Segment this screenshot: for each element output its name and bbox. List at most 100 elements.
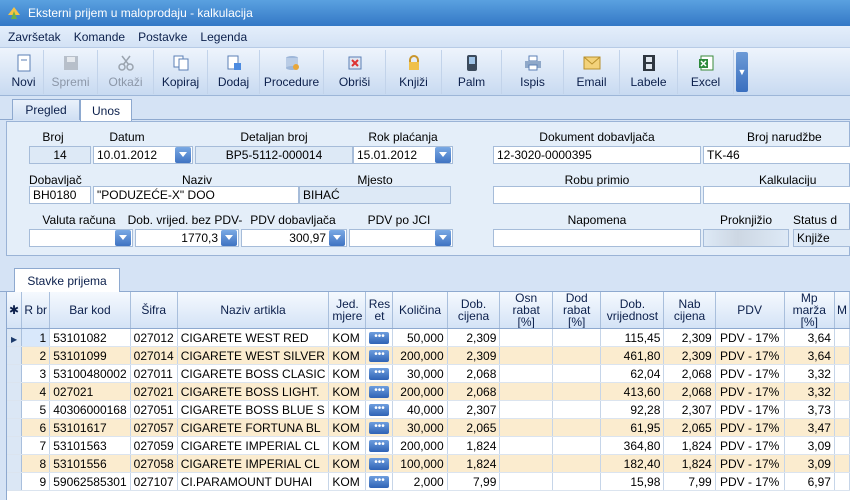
col-header-bar-kod[interactable]: Bar kod: [49, 292, 131, 329]
cell-rbr[interactable]: 5: [21, 400, 51, 419]
col-header-mp-marza[interactable]: Mp marža [%]: [784, 292, 835, 329]
cell-kolicina[interactable]: 2,000: [392, 472, 448, 491]
cell-m[interactable]: [834, 382, 850, 401]
table-row[interactable]: 7 53101563 027059 CIGARETE IMPERIAL CL KOM ••…: [7, 436, 850, 455]
cell-nab-cijena[interactable]: 7,99: [663, 472, 716, 491]
col-header-rbr[interactable]: R br: [21, 292, 51, 329]
cell-jed-mjere[interactable]: KOM: [328, 454, 367, 473]
cell-nab-cijena[interactable]: 1,824: [663, 436, 716, 455]
kalkulaciju-odradio-field[interactable]: [703, 186, 850, 204]
cell-bar-kod[interactable]: 53101563: [49, 436, 131, 455]
cell-sifra[interactable]: 027057: [130, 418, 178, 437]
cell-osn-rabat[interactable]: [499, 454, 553, 473]
table-row[interactable]: 5 40306000168 027051 CIGARETE BOSS BLUE S KO…: [7, 400, 850, 419]
cell-dob-cijena[interactable]: 2,068: [447, 382, 501, 401]
cell-rbr[interactable]: 4: [21, 382, 51, 401]
dobavljac-field[interactable]: BH0180: [29, 186, 91, 204]
spremi-button[interactable]: Spremi: [44, 50, 98, 94]
cell-kolicina[interactable]: 100,000: [392, 454, 448, 473]
cell-pdv[interactable]: PDV - 17%: [715, 454, 785, 473]
palm-button[interactable]: Palm: [442, 50, 502, 94]
menu-zavrsetak[interactable]: Završetak: [8, 30, 61, 44]
cell-kolicina[interactable]: 30,000: [392, 364, 448, 383]
menu-komande[interactable]: Komande: [74, 30, 125, 44]
cell-dod-rabat[interactable]: [552, 418, 602, 437]
cell-mp-marza[interactable]: 3,32: [784, 364, 835, 383]
cell-sifra[interactable]: 027021: [130, 382, 178, 401]
cell-nab-cijena[interactable]: 2,068: [663, 382, 716, 401]
row-indicator[interactable]: ▶: [7, 328, 23, 347]
cell-reset[interactable]: •••: [365, 400, 394, 419]
cell-bar-kod[interactable]: 53101082: [49, 328, 131, 347]
naziv-field[interactable]: "PODUZEĆE-X" DOO: [93, 186, 299, 204]
napomena-field[interactable]: [493, 229, 701, 247]
cell-bar-kod[interactable]: 53101617: [49, 418, 131, 437]
cell-m[interactable]: [834, 328, 850, 347]
cell-naziv-artikla[interactable]: CIGARETE BOSS CLASIC: [177, 364, 330, 383]
cell-m[interactable]: [834, 346, 850, 365]
cell-pdv[interactable]: PDV - 17%: [715, 472, 785, 491]
cell-kolicina[interactable]: 30,000: [392, 418, 448, 437]
cell-pdv[interactable]: PDV - 17%: [715, 364, 785, 383]
cell-mp-marza[interactable]: 3,47: [784, 418, 835, 437]
cell-dob-cijena[interactable]: 1,824: [447, 436, 501, 455]
cell-dob-cijena[interactable]: 7,99: [447, 472, 501, 491]
cell-osn-rabat[interactable]: [499, 436, 553, 455]
col-header-dob-cijena[interactable]: Dob. cijena: [447, 292, 501, 329]
cell-osn-rabat[interactable]: [499, 418, 553, 437]
cell-dob-cijena[interactable]: 1,824: [447, 454, 501, 473]
datum-dropdown-button[interactable]: [175, 147, 191, 163]
cell-dod-rabat[interactable]: [552, 436, 602, 455]
cell-mp-marza[interactable]: 3,64: [784, 328, 835, 347]
cell-jed-mjere[interactable]: KOM: [328, 346, 367, 365]
cell-pdv[interactable]: PDV - 17%: [715, 400, 785, 419]
row-indicator[interactable]: [7, 346, 23, 365]
reset-ellipsis-button[interactable]: •••: [369, 440, 390, 453]
col-header-reset[interactable]: Res et: [365, 292, 394, 329]
cell-pdv[interactable]: PDV - 17%: [715, 382, 785, 401]
cell-kolicina[interactable]: 200,000: [392, 382, 448, 401]
cell-dob-cijena[interactable]: 2,309: [447, 346, 501, 365]
cell-m[interactable]: [834, 364, 850, 383]
cell-naziv-artikla[interactable]: CI.PARAMOUNT DUHAI: [177, 472, 330, 491]
cell-bar-kod[interactable]: 40306000168: [49, 400, 131, 419]
cell-pdv[interactable]: PDV - 17%: [715, 328, 785, 347]
procedure-button[interactable]: Procedure: [260, 50, 324, 94]
cell-sifra[interactable]: 027014: [130, 346, 178, 365]
broj-field[interactable]: 14: [29, 146, 91, 164]
cell-sifra[interactable]: 027012: [130, 328, 178, 347]
cell-sifra[interactable]: 027059: [130, 436, 178, 455]
cell-dob-vrijednost[interactable]: 182,40: [600, 454, 665, 473]
cell-bar-kod[interactable]: 027021: [49, 382, 131, 401]
labele-button[interactable]: Labele: [620, 50, 678, 94]
cell-dod-rabat[interactable]: [552, 328, 602, 347]
cell-reset[interactable]: •••: [365, 364, 394, 383]
table-row[interactable]: 6 53101617 027057 CIGARETE FORTUNA BL KOM •••…: [7, 418, 850, 437]
otkazi-button[interactable]: Otkaži: [98, 50, 154, 94]
cell-mp-marza[interactable]: 3,64: [784, 346, 835, 365]
cell-rbr[interactable]: 7: [21, 436, 51, 455]
cell-reset[interactable]: •••: [365, 436, 394, 455]
cell-dob-cijena[interactable]: 2,068: [447, 364, 501, 383]
cell-dob-cijena[interactable]: 2,065: [447, 418, 501, 437]
cell-sifra[interactable]: 027107: [130, 472, 178, 491]
cell-kolicina[interactable]: 200,000: [392, 346, 448, 365]
cell-kolicina[interactable]: 50,000: [392, 328, 448, 347]
cell-kolicina[interactable]: 200,000: [392, 436, 448, 455]
col-header-dod-rabat[interactable]: Dod rabat [%]: [552, 292, 602, 329]
cell-rbr[interactable]: 6: [21, 418, 51, 437]
cell-nab-cijena[interactable]: 1,824: [663, 454, 716, 473]
cell-dob-vrijednost[interactable]: 364,80: [600, 436, 665, 455]
cell-nab-cijena[interactable]: 2,309: [663, 346, 716, 365]
cell-rbr[interactable]: 1: [21, 328, 51, 347]
tab-stavke-prijema[interactable]: Stavke prijema: [14, 268, 120, 292]
cell-reset[interactable]: •••: [365, 454, 394, 473]
detaljan-broj-field[interactable]: BP5-5112-000014: [195, 146, 353, 164]
cell-pdv[interactable]: PDV - 17%: [715, 436, 785, 455]
cell-nab-cijena[interactable]: 2,307: [663, 400, 716, 419]
cell-naziv-artikla[interactable]: CIGARETE WEST SILVER: [177, 346, 330, 365]
cell-naziv-artikla[interactable]: CIGARETE IMPERIAL CL: [177, 436, 330, 455]
cell-osn-rabat[interactable]: [499, 472, 553, 491]
reset-ellipsis-button[interactable]: •••: [369, 458, 390, 471]
cell-dod-rabat[interactable]: [552, 382, 602, 401]
